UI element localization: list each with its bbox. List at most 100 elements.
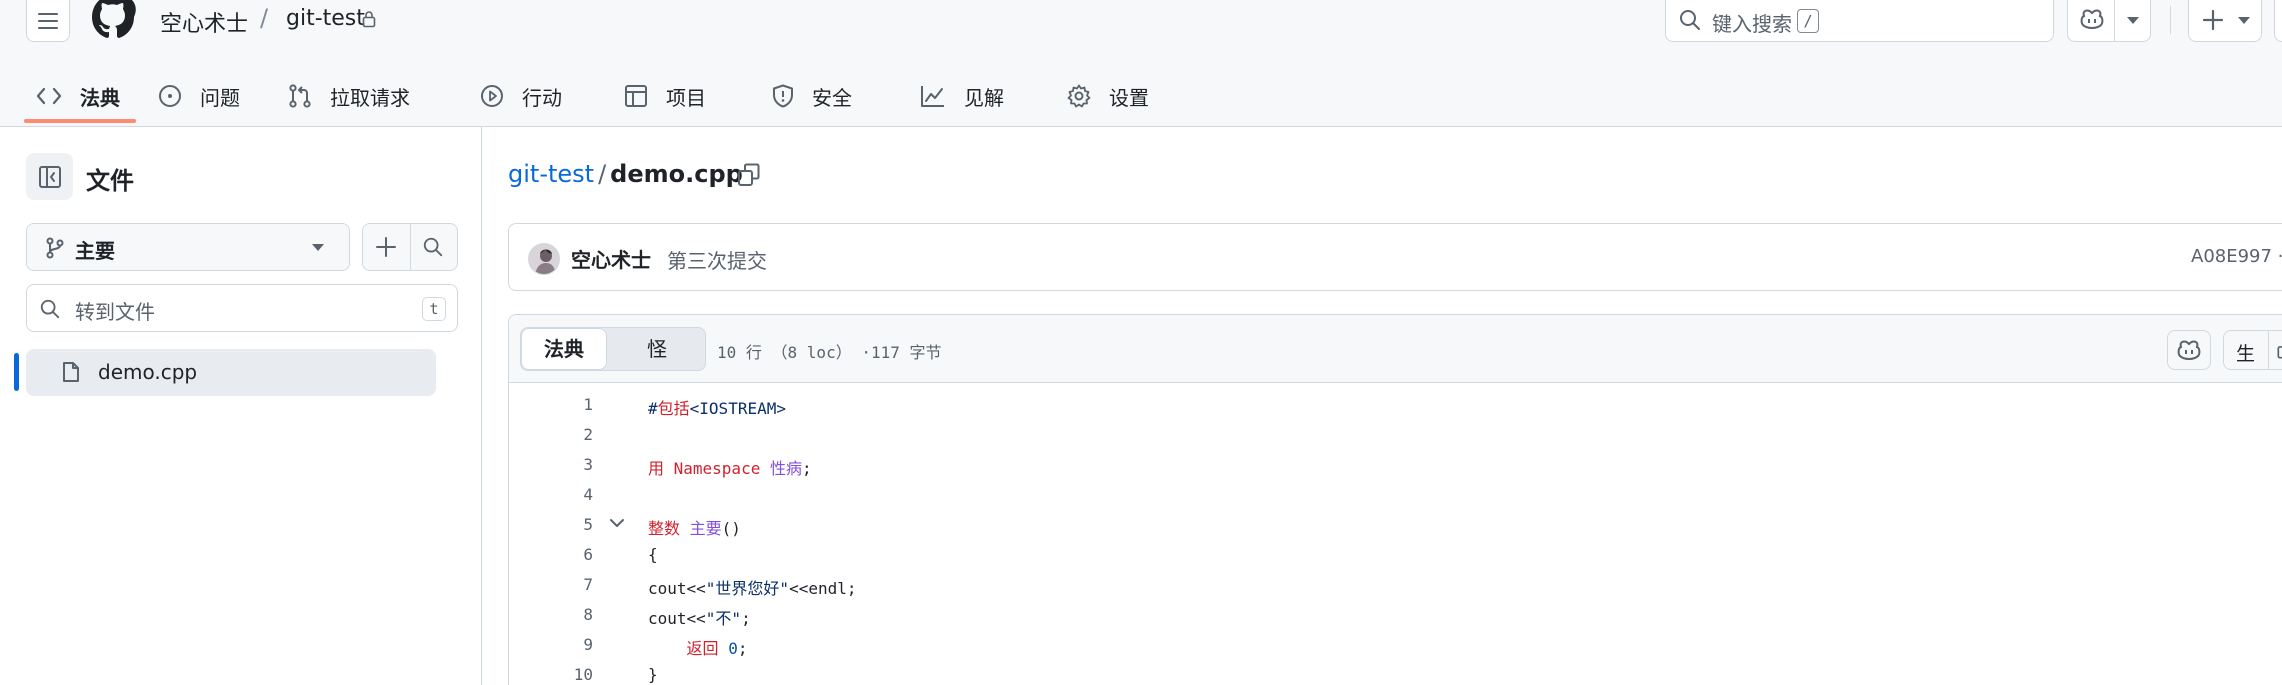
issues-button[interactable] — [2274, 0, 2282, 42]
copilot-button[interactable] — [2067, 0, 2151, 42]
commit-author-link[interactable]: 空心术士 — [571, 244, 651, 273]
tab-security[interactable]: 安全 — [772, 66, 852, 126]
group-divider — [410, 224, 411, 270]
line-number[interactable]: 2 — [509, 425, 593, 444]
github-logo-icon[interactable] — [92, 0, 140, 40]
raw-divider — [2268, 331, 2269, 369]
line-number[interactable]: 4 — [509, 485, 593, 504]
gear-icon — [1067, 84, 1091, 108]
repo-nav: 法典 问题 拉取请求 行动 项目 安全 见解 设置 — [0, 66, 2282, 126]
raw-button[interactable]: 生 — [2223, 330, 2282, 370]
tab-code[interactable]: 法典 — [36, 66, 120, 126]
search-icon — [1680, 10, 1700, 30]
file-viewer: 法典 怪 10 行 （8 loc） ·117 字节 生 1 #包括<IOSTRE… — [508, 314, 2282, 685]
line-number[interactable]: 9 — [509, 635, 593, 654]
app-header: 空心术士 / git-test 键入搜索 / 法典 问题 拉取请求 行动 项目 … — [0, 0, 2282, 127]
code-text: cout<<"不"; — [648, 609, 751, 628]
breadcrumb-repo-link[interactable]: git-test — [508, 160, 594, 188]
tab-projects[interactable]: 项目 — [624, 66, 706, 126]
code-text: cout<<"世界您好"<<endl; — [648, 579, 857, 598]
breadcrumb-separator: / — [598, 160, 607, 188]
breadcrumb-file-name: demo.cpp — [610, 160, 743, 188]
line-number[interactable]: 10 — [509, 665, 593, 684]
code-line: 4 — [509, 481, 2282, 511]
line-number[interactable]: 1 — [509, 395, 593, 414]
commit-hash-link[interactable]: A08E997 · 9 — [2191, 246, 2282, 267]
copy-icon[interactable] — [2276, 340, 2282, 360]
code-text: } — [648, 665, 658, 684]
file-tree-item-label: demo.cpp — [98, 360, 198, 384]
tab-label: 见解 — [964, 85, 1004, 110]
code-line: 9 返回 0; — [509, 631, 2282, 661]
line-number[interactable]: 8 — [509, 605, 593, 624]
branch-name: 主要 — [75, 239, 115, 263]
code-line: 2 — [509, 421, 2282, 451]
avatar-image — [529, 244, 559, 274]
blame-view-button[interactable]: 怪 — [607, 328, 707, 370]
search-icon[interactable] — [422, 236, 444, 258]
line-number[interactable]: 3 — [509, 455, 593, 474]
active-tab-indicator — [24, 119, 136, 123]
chevron-down-icon[interactable] — [2126, 16, 2140, 26]
code-line: 8 cout<<"不"; — [509, 601, 2282, 631]
line-number[interactable]: 7 — [509, 575, 593, 594]
tab-actions[interactable]: 行动 — [480, 66, 562, 126]
file-tree-item[interactable]: demo.cpp — [14, 349, 436, 396]
copy-icon[interactable] — [736, 162, 762, 188]
repo-owner-link[interactable]: 空心术士 — [160, 6, 248, 38]
plus-icon — [2202, 9, 2224, 31]
global-search-input[interactable]: 键入搜索 — [1665, 0, 2054, 42]
tab-label: 问题 — [200, 85, 240, 110]
tab-pull-requests[interactable]: 拉取请求 — [288, 66, 410, 126]
file-icon — [63, 362, 79, 382]
code-text: 整数 主要() — [648, 519, 741, 538]
tab-label: 项目 — [666, 85, 706, 110]
top-bar: 空心术士 / git-test 键入搜索 / — [0, 0, 2282, 58]
file-tree-sidebar: 文件 主要 转到文件 t demo.cpp — [0, 127, 482, 685]
view-mode-toggle: 法典 怪 — [520, 327, 706, 371]
code-icon — [36, 87, 62, 105]
search-icon — [40, 299, 60, 319]
raw-label: 生 — [2236, 343, 2256, 365]
tab-settings[interactable]: 设置 — [1067, 66, 1149, 126]
create-new-button[interactable] — [2188, 0, 2262, 42]
sidebar-collapse-icon — [38, 165, 61, 188]
commit-message-link[interactable]: 第三次提交 — [667, 245, 767, 274]
menu-button[interactable] — [26, 0, 70, 42]
sidebar-title: 文件 — [86, 167, 134, 195]
caret-down-icon — [312, 244, 324, 251]
code-line: 3 用 Namespace 性病; — [509, 451, 2282, 481]
tab-insights[interactable]: 见解 — [920, 66, 1004, 126]
lock-icon — [362, 11, 376, 28]
hamburger-icon — [38, 12, 58, 29]
repo-name-link[interactable]: git-test — [286, 6, 365, 31]
ask-copilot-button[interactable] — [2167, 330, 2211, 370]
file-stats: 10 行 （8 loc） ·117 字节 — [717, 343, 942, 362]
latest-commit-box: 空心术士 第三次提交 A08E997 · 9 — [508, 223, 2282, 291]
line-number[interactable]: 5 — [509, 515, 593, 534]
code-text: 用 Namespace 性病; — [648, 459, 812, 478]
tab-label: 拉取请求 — [330, 85, 410, 110]
plus-icon[interactable] — [375, 236, 397, 258]
code-line: 7 cout<<"世界您好"<<endl; — [509, 571, 2282, 601]
code-line: 1 #包括<IOSTREAM> — [509, 391, 2282, 421]
header-divider — [2170, 6, 2171, 34]
play-icon — [481, 85, 503, 107]
issue-opened-icon — [159, 85, 181, 107]
copilot-divider — [2114, 0, 2115, 41]
go-to-file-shortcut: t — [422, 297, 446, 321]
code-view-button[interactable]: 法典 — [521, 328, 607, 370]
code-line: 6 { — [509, 541, 2282, 571]
copilot-icon — [2080, 9, 2104, 29]
branch-selector[interactable]: 主要 — [26, 223, 350, 271]
copilot-icon — [2177, 340, 2201, 360]
chevron-down-icon[interactable] — [609, 517, 625, 529]
avatar[interactable] — [528, 243, 560, 275]
table-icon — [625, 85, 647, 107]
line-number[interactable]: 6 — [509, 545, 593, 564]
tab-issues[interactable]: 问题 — [158, 66, 240, 126]
code-text: 返回 0; — [686, 639, 748, 658]
go-to-file-input[interactable]: 转到文件 t — [26, 284, 458, 332]
collapse-sidebar-button[interactable] — [26, 153, 73, 200]
git-pull-request-icon — [289, 84, 311, 108]
